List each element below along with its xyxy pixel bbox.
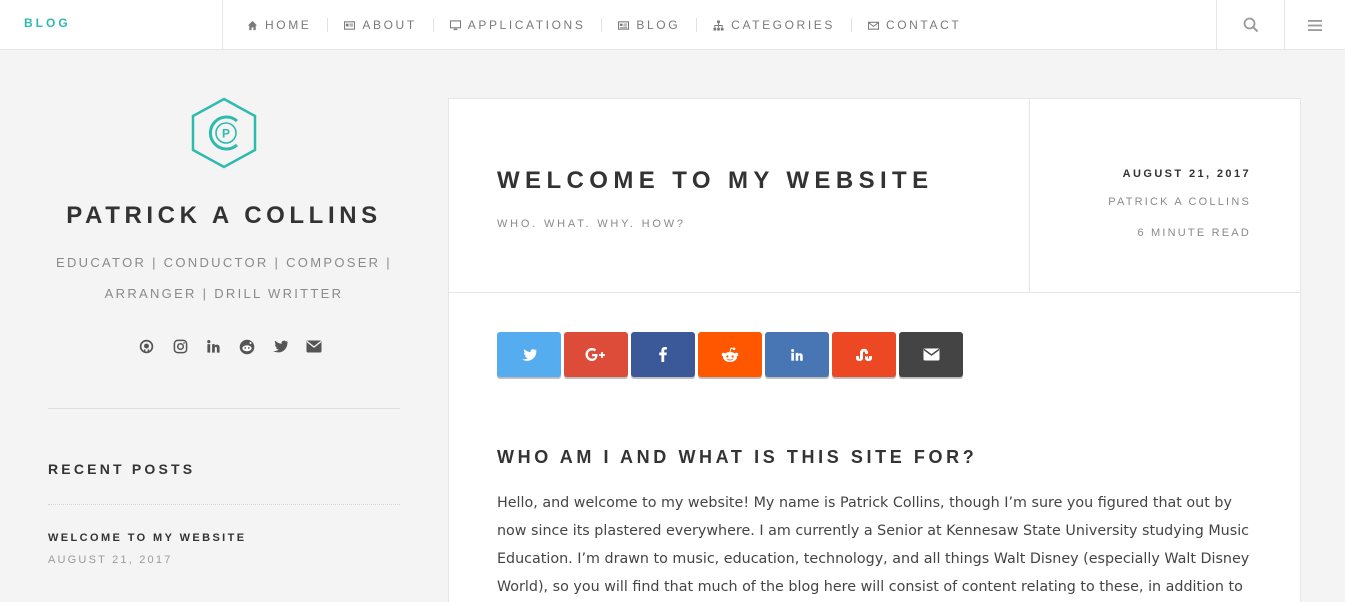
github-icon (139, 339, 154, 354)
email-link[interactable] (298, 338, 332, 355)
newspaper-icon (618, 20, 630, 30)
reddit-icon (239, 339, 255, 354)
home-icon (247, 20, 258, 30)
linkedin-icon (791, 348, 803, 361)
github-link[interactable] (130, 338, 164, 355)
bio-line: ARRANGER | DRILL WRITTER (104, 286, 344, 301)
social-links (130, 338, 331, 355)
author-name: PATRICK A COLLINS (66, 202, 382, 229)
divider (449, 292, 1300, 293)
article-read-time: 6 MINUTE READ (1137, 227, 1251, 239)
recent-post-link[interactable]: WELCOME TO MY WEBSITE (48, 532, 247, 544)
nav-item-home[interactable]: HOME (247, 18, 329, 32)
facebook-icon (659, 347, 667, 362)
reddit-icon (721, 347, 739, 362)
divider (222, 0, 223, 50)
nav-item-contact[interactable]: CONTACT (867, 18, 977, 32)
author-bio: EDUCATOR | CONDUCTOR | COMPOSER | ARRANG… (40, 247, 408, 309)
linkedin-link[interactable] (197, 338, 231, 355)
share-buttons (497, 332, 963, 377)
sidebar: P PATRICK A COLLINS EDUCATOR | CONDUCTOR… (0, 50, 448, 602)
id-card-icon (344, 20, 356, 30)
share-email-button[interactable] (899, 332, 963, 377)
twitter-icon (521, 348, 537, 361)
divider (48, 504, 400, 505)
brand-link[interactable]: BLOG (24, 16, 71, 30)
bio-line: EDUCATOR | CONDUCTOR | COMPOSER | (56, 255, 392, 270)
linkedin-icon (207, 340, 220, 353)
share-linkedin-button[interactable] (765, 332, 829, 377)
instagram-link[interactable] (164, 338, 198, 355)
section-heading: WHO AM I AND WHAT IS THIS SITE FOR? (497, 447, 978, 467)
logo-letter: P (222, 127, 230, 141)
nav-label: BLOG (636, 18, 681, 32)
nav-label: CONTACT (885, 18, 962, 32)
nav-label: CATEGORIES (731, 18, 835, 32)
nav-item-blog[interactable]: BLOG (618, 18, 698, 32)
share-reddit-button[interactable] (698, 332, 762, 377)
nav-label: APPLICATIONS (467, 18, 586, 32)
logo-hexagon-icon: P (191, 97, 257, 169)
nav-item-about[interactable]: ABOUT (344, 18, 434, 32)
twitter-icon (273, 340, 289, 353)
article-author-link[interactable]: PATRICK A COLLINS (1108, 196, 1251, 208)
article-subtitle: WHO. WHAT. WHY. HOW? (497, 218, 686, 230)
email-icon (306, 340, 322, 353)
divider (1029, 99, 1030, 292)
search-icon (1243, 17, 1258, 33)
nav-label: HOME (265, 18, 312, 32)
share-facebook-button[interactable] (631, 332, 695, 377)
article-card: WELCOME TO MY WEBSITE WHO. WHAT. WHY. HO… (448, 98, 1301, 602)
divider (48, 408, 400, 409)
nav-item-categories[interactable]: CATEGORIES (713, 18, 852, 32)
article-date: AUGUST 21, 2017 (1122, 168, 1251, 180)
desktop-icon (449, 19, 461, 30)
nav-label: ABOUT (362, 18, 417, 32)
share-stumbleupon-button[interactable] (832, 332, 896, 377)
envelope-icon (867, 21, 879, 30)
google-plus-icon (585, 347, 605, 361)
article-title: WELCOME TO MY WEBSITE (497, 167, 934, 194)
sitemap-icon (713, 19, 724, 31)
menu-button[interactable] (1285, 0, 1345, 50)
stumbleupon-icon (856, 348, 872, 361)
share-twitter-button[interactable] (497, 332, 561, 377)
article-paragraph: Hello, and welcome to my website! My nam… (497, 495, 1250, 595)
hamburger-menu-icon (1308, 19, 1322, 31)
twitter-link[interactable] (264, 338, 298, 355)
search-button[interactable] (1217, 0, 1284, 50)
reddit-link[interactable] (231, 338, 265, 355)
share-google-plus-button[interactable] (564, 332, 628, 377)
recent-post-date: AUGUST 21, 2017 (48, 554, 173, 566)
nav-item-applications[interactable]: APPLICATIONS (449, 18, 603, 32)
top-navbar: BLOG HOME ABOUT APPLICATIONS BLOG CATEGO… (0, 0, 1345, 50)
envelope-icon (923, 348, 939, 361)
main-nav: HOME ABOUT APPLICATIONS BLOG CATEGORIES … (247, 0, 993, 50)
recent-posts-heading: RECENT POSTS (48, 461, 196, 477)
site-logo[interactable]: P (190, 97, 258, 169)
instagram-icon (173, 339, 188, 354)
